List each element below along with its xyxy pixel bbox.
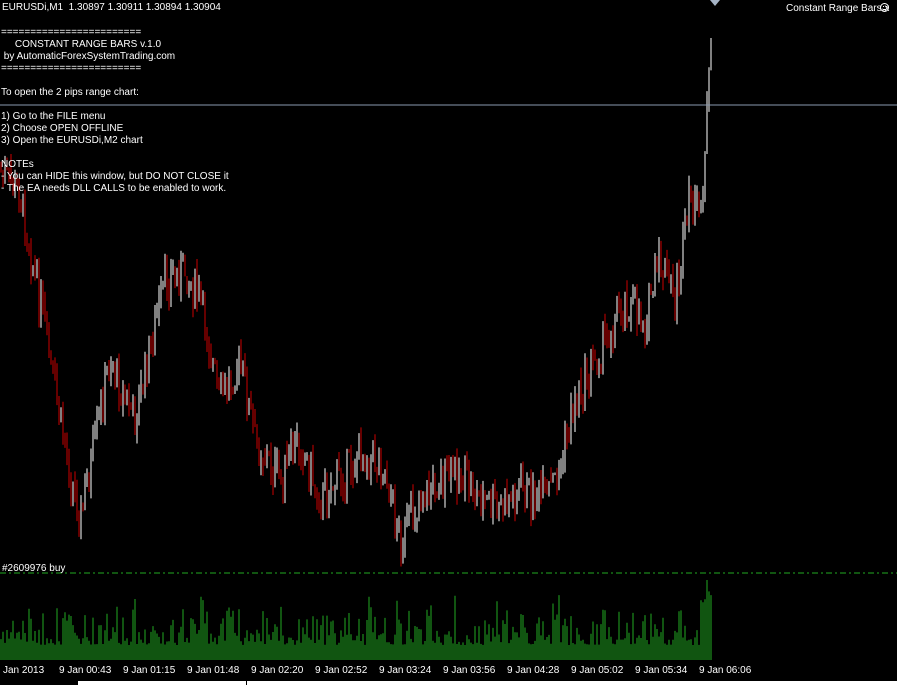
tab-divider [246, 681, 247, 685]
time-tick-label: 9 Jan 03:56 [443, 665, 496, 676]
indicator-title: Constant Range Bars.x [786, 3, 890, 14]
candlestick-series [0, 38, 712, 567]
symbol-info: EURUSDi,M1 1.30897 1.30911 1.30894 1.309… [2, 2, 221, 13]
comment-line: ======================== [1, 63, 142, 74]
time-tick-label: 9 Jan 04:28 [507, 665, 560, 676]
indicator-name: Constant Range Bars [786, 3, 882, 14]
comment-line: To open the 2 pips range chart: [1, 87, 139, 98]
price-chart[interactable] [0, 0, 897, 685]
comment-line: - The EA needs DLL CALLS to be enabled t… [1, 183, 227, 194]
comment-line: - You can HIDE this window, but DO NOT C… [1, 171, 229, 182]
order-label: #2609976 buy [2, 563, 66, 574]
time-tick-label: 9 Jan 00:43 [59, 665, 112, 676]
comment-line: ======================== [1, 27, 142, 38]
chart-tabs-bar[interactable] [78, 681, 897, 685]
time-tick-label: 9 Jan 05:02 [571, 665, 624, 676]
time-tick-label: 9 Jan 01:48 [187, 665, 240, 676]
time-tick-label: 9 Jan 02:52 [315, 665, 368, 676]
scroll-arrow-icon[interactable] [710, 0, 720, 6]
comment-line: by AutomaticForexSystemTrading.com [1, 51, 176, 62]
volume-histogram [0, 580, 712, 660]
comment-line: 1) Go to the FILE menu [1, 111, 106, 122]
comment-line: NOTEs [1, 159, 34, 170]
time-tick-label: 9 Jan 02:20 [251, 665, 304, 676]
time-tick-label: 9 Jan 01:15 [123, 665, 176, 676]
time-tick-label: Jan 2013 [3, 665, 45, 676]
comment-line: 3) Open the EURUSDi,M2 chart [1, 135, 143, 146]
time-tick-label: 9 Jan 06:06 [699, 665, 752, 676]
comment-line: CONSTANT RANGE BARS v.1.0 [1, 39, 162, 50]
time-tick-label: 9 Jan 05:34 [635, 665, 688, 676]
time-tick-label: 9 Jan 03:24 [379, 665, 432, 676]
smiley-icon[interactable] [880, 3, 889, 12]
comment-line: 2) Choose OPEN OFFLINE [1, 123, 124, 134]
